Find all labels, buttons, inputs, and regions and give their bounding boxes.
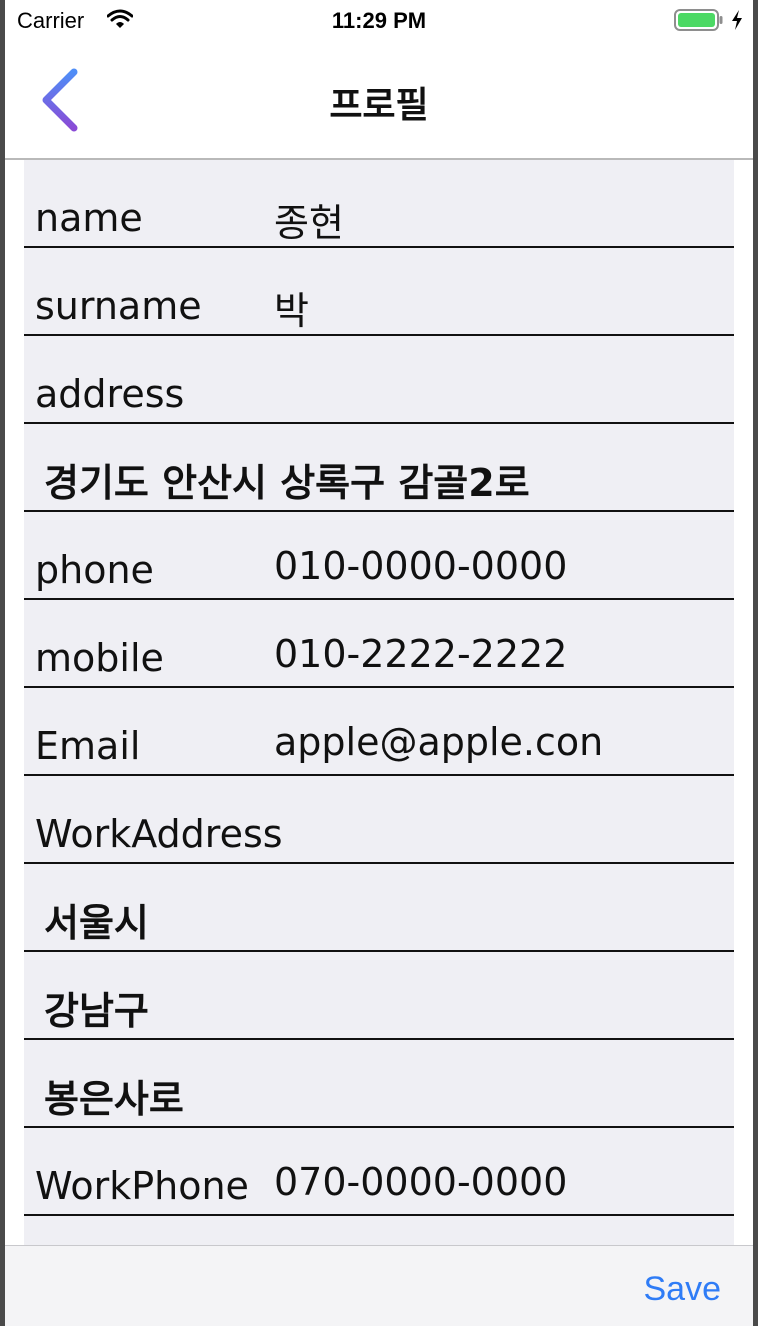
address-row: address	[24, 336, 734, 424]
charging-bolt-icon	[732, 10, 742, 30]
work-street-field[interactable]: 봉은사로	[44, 1068, 184, 1123]
phone-field[interactable]: 010-0000-0000	[274, 544, 567, 588]
left-edge	[0, 0, 5, 1326]
right-edge	[753, 0, 758, 1326]
status-bar: Carrier 11:29 PM	[0, 0, 758, 40]
work-street-row: 봉은사로	[24, 1040, 734, 1128]
name-field[interactable]: 종현	[274, 192, 344, 247]
surname-row: surname 박	[24, 248, 734, 336]
email-row: Email apple@apple.con	[24, 688, 734, 776]
work-address-label: WorkAddress	[35, 812, 283, 856]
work-phone-field[interactable]: 070-0000-0000	[274, 1160, 567, 1204]
email-label: Email	[35, 724, 141, 768]
address-field[interactable]: 경기도 안산시 상록구 감골2로	[44, 452, 530, 507]
work-district-field[interactable]: 강남구	[44, 980, 149, 1035]
address-label: address	[35, 372, 185, 416]
work-city-field[interactable]: 서울시	[44, 892, 149, 947]
phone-label: phone	[35, 548, 154, 592]
mobile-row: mobile 010-2222-2222	[24, 600, 734, 688]
status-time: 11:29 PM	[331, 8, 427, 33]
address-value-row: 경기도 안산시 상록구 감골2로	[24, 424, 734, 512]
page-title: 프로필	[329, 85, 429, 126]
work-address-row: WorkAddress	[24, 776, 734, 864]
profile-form: name 종현 surname 박 address 경기도 안산시 상록구 감골…	[24, 160, 734, 1246]
work-phone-row: WorkPhone 070-0000-0000	[24, 1128, 734, 1216]
surname-field[interactable]: 박	[274, 280, 309, 335]
mobile-field[interactable]: 010-2222-2222	[274, 632, 567, 676]
work-city-row: 서울시	[24, 864, 734, 952]
phone-row: phone 010-0000-0000	[24, 512, 734, 600]
navigation-bar: 프로필	[0, 40, 758, 160]
battery-icon	[674, 9, 723, 31]
name-row: name 종현	[24, 160, 734, 248]
work-phone-label: WorkPhone	[35, 1164, 249, 1208]
work-district-row: 강남구	[24, 952, 734, 1040]
profile-screen: Carrier 11:29 PM 프로필 name 종현 surname 박 a…	[0, 0, 758, 1326]
save-button[interactable]: Save	[644, 1270, 722, 1309]
surname-label: surname	[35, 284, 202, 328]
mobile-label: mobile	[35, 636, 164, 680]
email-field[interactable]: apple@apple.con	[274, 720, 603, 764]
bottom-toolbar: Save	[0, 1245, 758, 1326]
name-label: name	[35, 196, 143, 240]
